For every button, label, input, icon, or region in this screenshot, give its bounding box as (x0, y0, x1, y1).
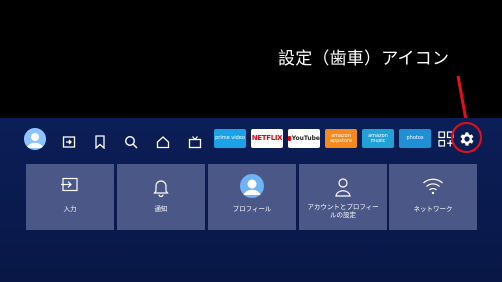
card-account-label-line1: アカウントとプロフィー (307, 203, 379, 211)
app-tile-amazon-music[interactable]: amazon music (362, 129, 394, 148)
avatar-icon (208, 174, 296, 198)
app-tile-photos[interactable]: photos (399, 129, 431, 148)
annotation-label: 設定（歯車）アイコン (278, 49, 450, 69)
live-tv-icon[interactable] (183, 130, 207, 154)
app-tile-youtube[interactable]: YouTube (288, 129, 320, 148)
screen: 設定（歯車）アイコン prime video NETFLIX YouTube a… (0, 0, 502, 282)
bell-icon (117, 177, 205, 197)
person-icon (299, 177, 387, 197)
card-notifications-label: 通知 (154, 205, 168, 213)
card-input[interactable]: 入力 (26, 164, 114, 230)
app-tile-appstore[interactable]: amazon appstore (325, 129, 357, 148)
fire-tv-settings-screen: prime video NETFLIX YouTube amazon appst… (0, 118, 502, 282)
profile-icon[interactable] (24, 128, 46, 150)
home-icon[interactable] (151, 130, 175, 154)
card-profile[interactable]: プロフィール (208, 164, 296, 230)
input-icon[interactable] (57, 130, 81, 154)
app-tile-netflix[interactable]: NETFLIX (251, 129, 283, 148)
card-network[interactable]: ネットワーク (389, 164, 477, 230)
card-account-profile-settings[interactable]: アカウントとプロフィー ルの設定 (299, 164, 387, 230)
wifi-icon (389, 177, 477, 195)
card-profile-label: プロフィール (232, 205, 272, 213)
card-input-label: 入力 (63, 205, 77, 213)
card-notifications[interactable]: 通知 (117, 164, 205, 230)
app-tile-prime-video[interactable]: prime video (214, 129, 246, 148)
app-tile-youtube-label: YouTube (291, 135, 320, 142)
card-account-label-line2: ルの設定 (330, 211, 356, 219)
gear-highlight-circle (451, 122, 482, 153)
card-account-profile-settings-label: アカウントとプロフィー ルの設定 (301, 203, 385, 219)
youtube-logo-icon (288, 136, 291, 141)
input-icon (26, 177, 114, 193)
search-icon[interactable] (119, 130, 143, 154)
bookmark-icon[interactable] (88, 130, 112, 154)
card-network-label: ネットワーク (413, 205, 453, 213)
